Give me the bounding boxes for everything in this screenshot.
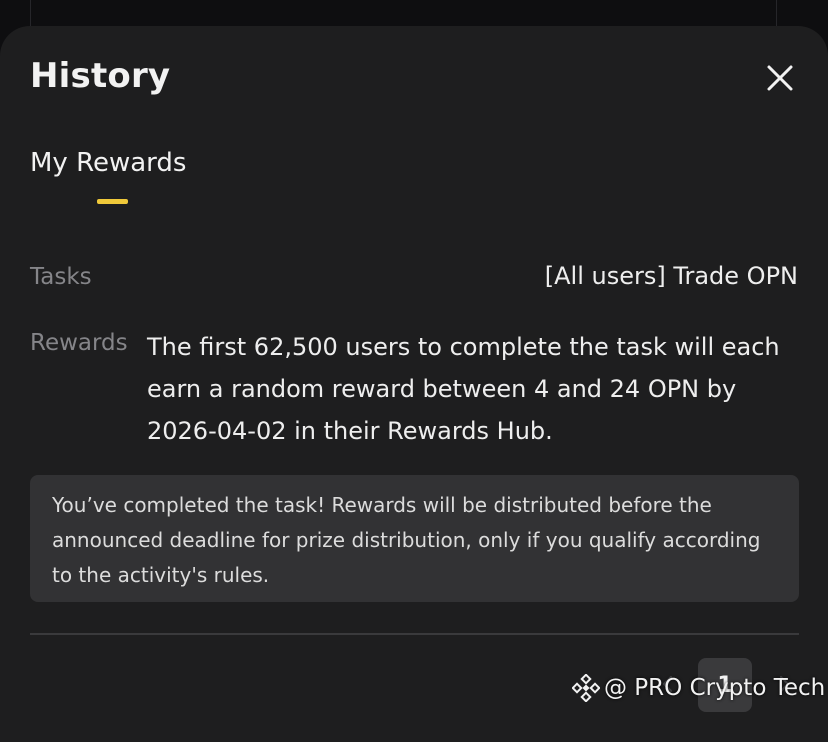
- close-button[interactable]: [760, 58, 800, 98]
- active-tab-indicator: [97, 199, 128, 204]
- history-bottom-sheet: History My Rewards Tasks [All users] Tra…: [0, 26, 828, 742]
- completion-notice: You’ve completed the task! Rewards will …: [30, 475, 799, 602]
- diamond-logo-icon: [572, 674, 600, 702]
- tasks-value: [All users] Trade OPN: [544, 262, 798, 290]
- sheet-title: History: [30, 56, 171, 96]
- watermark-text: @ PRO Crypto Tech: [604, 675, 826, 701]
- divider: [30, 633, 799, 635]
- background-divider: [30, 0, 31, 26]
- watermark: @ PRO Crypto Tech: [572, 674, 825, 702]
- tab-my-rewards[interactable]: My Rewards: [30, 148, 186, 178]
- close-icon: [767, 65, 793, 91]
- rewards-value: The first 62,500 users to complete the t…: [147, 333, 780, 445]
- tasks-label: Tasks: [30, 264, 92, 290]
- rewards-label: Rewards: [30, 330, 128, 356]
- background-divider: [776, 0, 777, 26]
- completion-notice-text: You’ve completed the task! Rewards will …: [52, 493, 761, 587]
